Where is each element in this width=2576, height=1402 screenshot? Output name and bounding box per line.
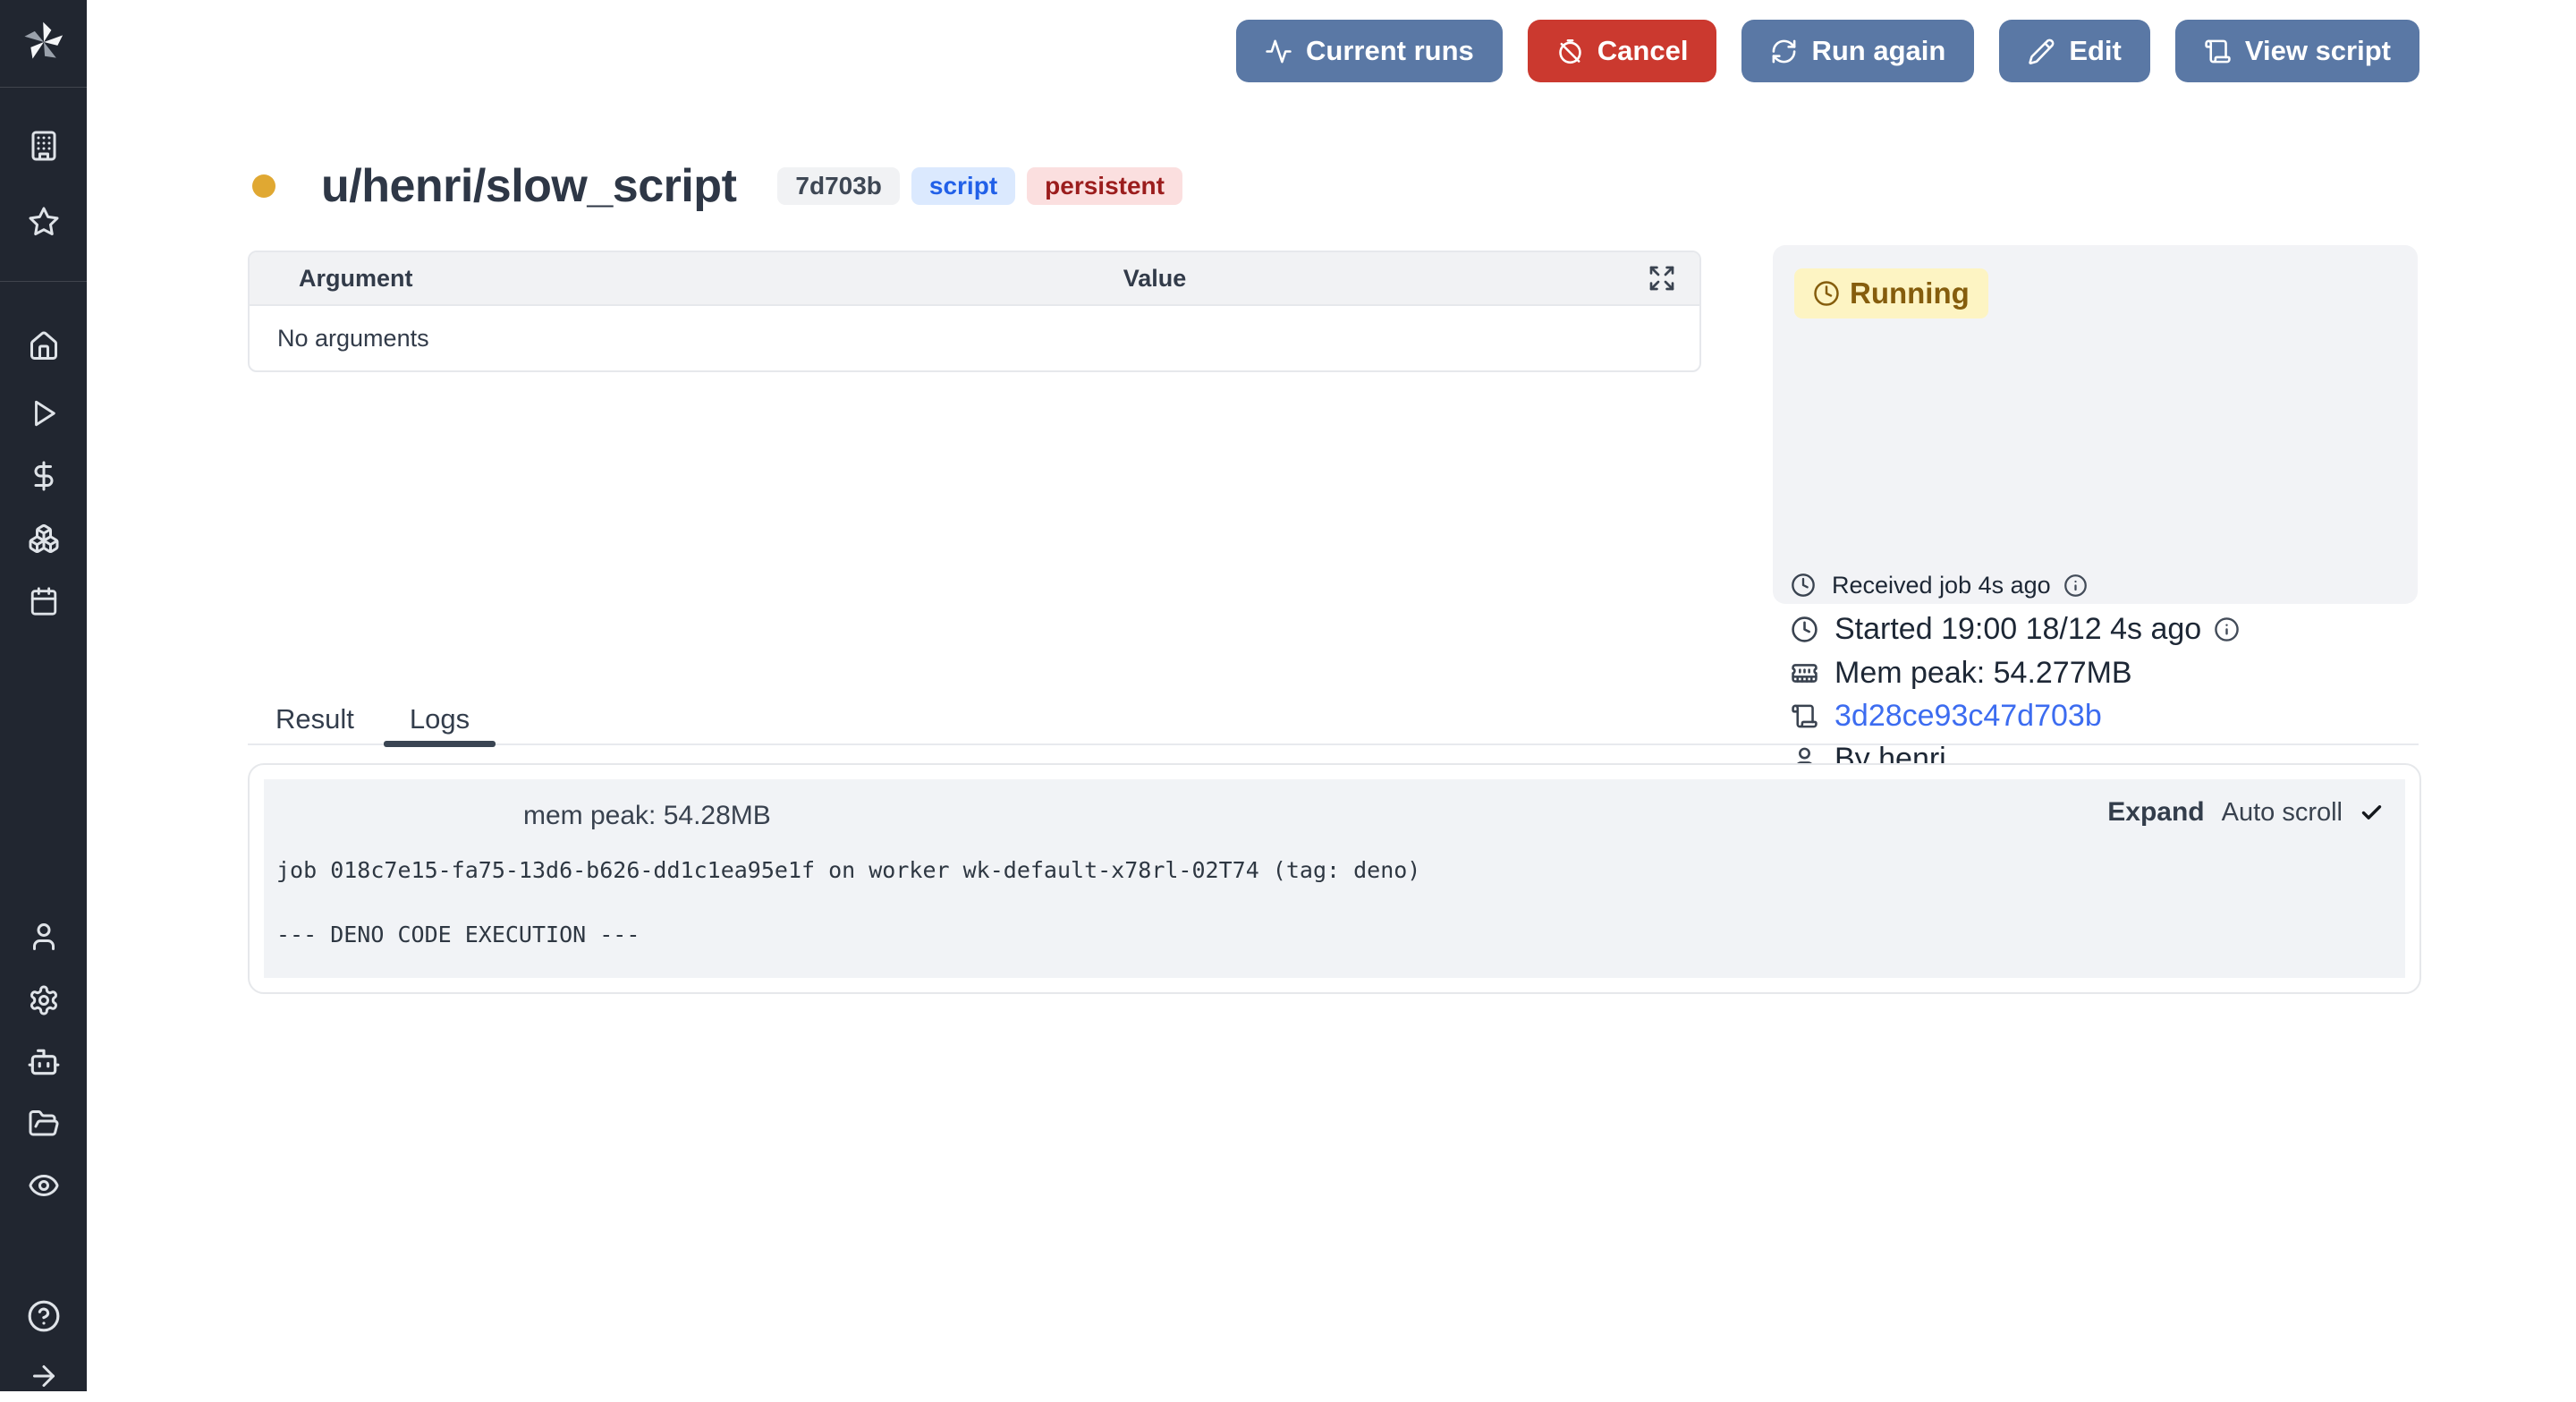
mem-peak-row: Mem peak: 54.277MB bbox=[1791, 654, 2132, 692]
log-output: job 018c7e15-fa75-13d6-b626-dd1c1ea95e1f… bbox=[276, 854, 1420, 951]
current-runs-button[interactable]: Current runs bbox=[1236, 20, 1503, 82]
status-dot bbox=[252, 174, 275, 198]
received-row: Received job 4s ago bbox=[1791, 569, 2088, 601]
sidebar-item-variables[interactable] bbox=[0, 450, 87, 502]
sidebar-item-settings[interactable] bbox=[0, 974, 87, 1026]
sidebar-item-resources[interactable] bbox=[0, 513, 87, 565]
arguments-table: Argument Value No arguments bbox=[248, 251, 1701, 372]
cancel-button[interactable]: Cancel bbox=[1528, 20, 1717, 82]
sidebar-item-workspace[interactable] bbox=[0, 120, 87, 172]
arrow-right-icon bbox=[28, 1360, 60, 1392]
windmill-logo-icon bbox=[23, 21, 64, 63]
log-viewer: mem peak: 54.28MB Expand Auto scroll job… bbox=[264, 779, 2405, 978]
running-label: Running bbox=[1850, 276, 1970, 310]
gear-icon bbox=[28, 984, 60, 1016]
mem-peak-text: Mem peak: 54.277MB bbox=[1835, 656, 2132, 691]
dollar-icon bbox=[28, 460, 60, 492]
kind-badge: script bbox=[911, 167, 1015, 205]
page-title: u/henri/slow_script bbox=[321, 159, 736, 213]
button-label: View script bbox=[2245, 35, 2391, 67]
sidebar-item-schedules[interactable] bbox=[0, 575, 87, 627]
info-icon[interactable] bbox=[2214, 616, 2240, 642]
refresh-icon bbox=[1770, 38, 1798, 65]
sidebar-item-runs[interactable] bbox=[0, 387, 87, 439]
expand-table-icon[interactable] bbox=[1648, 264, 1676, 293]
info-icon[interactable] bbox=[2063, 574, 2088, 598]
memory-icon bbox=[1791, 659, 1818, 687]
edit-button[interactable]: Edit bbox=[1999, 20, 2150, 82]
tab-result[interactable]: Result bbox=[248, 694, 382, 743]
home-icon bbox=[28, 330, 60, 362]
help-circle-icon bbox=[27, 1299, 61, 1333]
clock-icon bbox=[1813, 280, 1840, 307]
column-header-value: Value bbox=[1123, 265, 1187, 293]
arguments-table-header: Argument Value bbox=[250, 252, 1699, 306]
sidebar-divider bbox=[0, 281, 87, 282]
building-icon bbox=[28, 130, 60, 162]
persistent-badge: persistent bbox=[1027, 167, 1182, 205]
boxes-icon bbox=[28, 523, 60, 555]
page-header: u/henri/slow_script 7d703b script persis… bbox=[252, 152, 1182, 220]
log-panel: mem peak: 54.28MB Expand Auto scroll job… bbox=[248, 763, 2421, 994]
check-icon[interactable] bbox=[2360, 801, 2384, 825]
star-icon bbox=[28, 206, 60, 238]
started-row: Started 19:00 18/12 4s ago bbox=[1791, 610, 2240, 648]
activity-icon bbox=[1265, 38, 1292, 65]
robot-icon bbox=[27, 1045, 61, 1079]
job-status-panel: Running Received job 4s ago Started 19:0… bbox=[1773, 245, 2418, 604]
badges: 7d703b script persistent bbox=[777, 167, 1182, 205]
windmill-logo[interactable] bbox=[0, 16, 87, 68]
button-label: Current runs bbox=[1306, 35, 1474, 67]
sidebar-item-workers[interactable] bbox=[0, 1036, 87, 1088]
eye-icon bbox=[28, 1169, 60, 1202]
started-text: Started 19:00 18/12 4s ago bbox=[1835, 612, 2201, 647]
clock-icon bbox=[1791, 616, 1818, 643]
sidebar-item-folders[interactable] bbox=[0, 1098, 87, 1150]
sidebar-divider bbox=[0, 87, 87, 88]
sidebar-item-audit-logs[interactable] bbox=[0, 1160, 87, 1211]
hash-badge: 7d703b bbox=[777, 167, 900, 205]
clock-icon bbox=[1791, 573, 1816, 598]
button-label: Edit bbox=[2069, 35, 2122, 67]
log-mem-peak: mem peak: 54.28MB bbox=[523, 801, 771, 831]
running-status-badge: Running bbox=[1794, 268, 1988, 319]
folder-open-icon bbox=[28, 1108, 60, 1140]
button-label: Cancel bbox=[1597, 35, 1689, 67]
calendar-icon bbox=[29, 586, 59, 616]
column-header-argument: Argument bbox=[299, 265, 413, 293]
sidebar-item-account[interactable] bbox=[0, 911, 87, 963]
received-text: Received job 4s ago bbox=[1832, 572, 2051, 599]
sidebar bbox=[0, 0, 87, 1391]
auto-scroll-label[interactable]: Auto scroll bbox=[2222, 798, 2343, 828]
run-again-button[interactable]: Run again bbox=[1741, 20, 1974, 82]
toolbar: Current runs Cancel Run again Edit View … bbox=[1236, 20, 2419, 82]
view-script-button[interactable]: View script bbox=[2175, 20, 2419, 82]
user-icon bbox=[28, 921, 60, 953]
button-label: Run again bbox=[1811, 35, 1945, 67]
tab-logs[interactable]: Logs bbox=[382, 694, 497, 743]
sidebar-item-help[interactable] bbox=[0, 1290, 87, 1342]
pencil-icon bbox=[2028, 38, 2055, 65]
sidebar-item-favorites[interactable] bbox=[0, 196, 87, 248]
scroll-icon bbox=[2204, 38, 2232, 65]
empty-message: No arguments bbox=[277, 325, 429, 353]
result-logs-tabs: Result Logs bbox=[248, 694, 2419, 745]
sidebar-item-home[interactable] bbox=[0, 320, 87, 372]
table-row: No arguments bbox=[250, 306, 1699, 370]
play-icon bbox=[29, 398, 59, 429]
cancel-timer-icon bbox=[1556, 38, 1584, 65]
sidebar-expand-toggle[interactable] bbox=[0, 1350, 87, 1402]
log-expand-button[interactable]: Expand bbox=[2107, 797, 2204, 828]
log-controls: Expand Auto scroll bbox=[2107, 797, 2384, 828]
